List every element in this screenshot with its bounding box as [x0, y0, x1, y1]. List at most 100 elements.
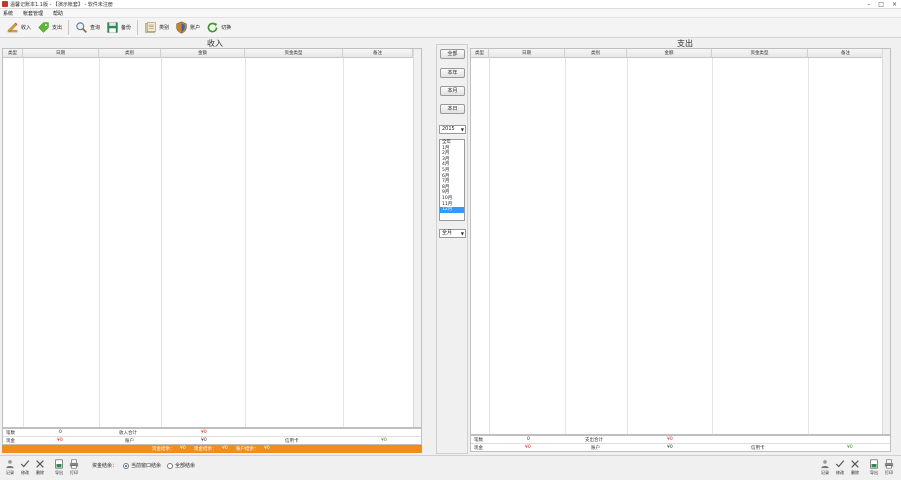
- account-button[interactable]: 账户: [172, 19, 203, 37]
- filter-all-button[interactable]: 全部: [440, 49, 465, 59]
- radio-dot[interactable]: [167, 462, 174, 469]
- radio-current-window[interactable]: 当前窗口结余: [123, 462, 161, 469]
- col-date[interactable]: 日期: [23, 49, 99, 58]
- balance-bar: 资金结余： ¥0 现金结余： ¥0 账户结余： ¥0: [2, 445, 422, 453]
- person-add-icon: [6, 460, 14, 469]
- count-value: 0: [59, 430, 62, 435]
- credit-value: ¥0: [381, 438, 387, 443]
- col-amount[interactable]: 金额: [627, 49, 712, 58]
- app-icon: [2, 1, 8, 7]
- delete-record-button[interactable]: 删除: [33, 459, 47, 479]
- backup-button[interactable]: 备份: [103, 19, 134, 37]
- credit-value: ¥0: [847, 445, 853, 450]
- col-type[interactable]: 类型: [3, 49, 23, 58]
- month-item-selected[interactable]: 12月: [440, 207, 464, 213]
- total-value: ¥0: [201, 430, 207, 435]
- summary-row: 现金 ¥0 账户 ¥0 信用卡 ¥0: [3, 437, 421, 445]
- col-category[interactable]: 类别: [99, 49, 161, 58]
- menu-system[interactable]: 系统: [3, 10, 13, 17]
- check-edit-icon: [835, 460, 845, 468]
- export-button[interactable]: 导出: [867, 459, 881, 479]
- day-select[interactable]: 全月 ▼: [439, 229, 466, 238]
- filter-month-button[interactable]: 本月: [440, 86, 465, 96]
- cash-label: 现金: [6, 439, 15, 444]
- filter-year-button[interactable]: 本年: [440, 68, 465, 78]
- account-value: ¥0: [667, 445, 673, 450]
- credit-label: 信用卡: [751, 446, 765, 451]
- window-title: 温馨记账本1.1版 - 【演示帐套】 - 软件未注册: [10, 2, 113, 8]
- col-amount[interactable]: 金额: [161, 49, 245, 58]
- minimize-icon[interactable]: –: [867, 0, 870, 9]
- magnifier-icon: [76, 22, 87, 33]
- balance-scope-radios: 资金结余： 当前窗口结余 全部结余: [92, 462, 195, 469]
- col-date[interactable]: 日期: [489, 49, 565, 58]
- menu-ledger-manage[interactable]: 帐套管理: [23, 10, 43, 17]
- print-button[interactable]: 打印: [882, 459, 896, 479]
- add-record-button[interactable]: 记录: [818, 459, 832, 479]
- print-button[interactable]: 打印: [67, 459, 81, 479]
- grid-line: [627, 58, 628, 434]
- grid-line: [99, 58, 100, 427]
- window-controls: – □ ×: [867, 0, 897, 9]
- income-table[interactable]: 类型 日期 类别 金额 资金类型 备注: [2, 48, 422, 428]
- col-fund-type[interactable]: 资金类型: [712, 49, 808, 58]
- col-remark[interactable]: 备注: [343, 49, 413, 58]
- edit-record-button[interactable]: 修改: [833, 459, 847, 479]
- shield-icon: [176, 21, 187, 34]
- total-value: ¥0: [667, 437, 673, 442]
- menu-help[interactable]: 帮助: [53, 10, 63, 17]
- year-select[interactable]: 2015 ▼: [439, 125, 466, 134]
- filter-day-button[interactable]: 本日: [440, 104, 465, 114]
- income-summary: 笔数 0 收入合计 ¥0 现金 ¥0 账户 ¥0 信用卡 ¥0: [2, 428, 422, 445]
- col-fund-type[interactable]: 资金类型: [245, 49, 343, 58]
- query-button[interactable]: 查询: [72, 19, 103, 37]
- bottom-toolbar: 记录 修改 删除 导出 打印 资金结余： 当前窗口结余 全部结余 记录 修改 删…: [0, 455, 901, 480]
- month-list[interactable]: 全年 1月 2月 3月 4月 5月 6月 7月 8月 9月 10月 11月 12…: [439, 139, 465, 221]
- income-button[interactable]: 收入: [3, 19, 34, 37]
- switch-button[interactable]: 切换: [203, 19, 234, 37]
- export-sheet-icon: [55, 459, 63, 469]
- count-label: 笔数: [6, 431, 15, 436]
- expense-scrollbar[interactable]: [882, 49, 890, 434]
- close-icon[interactable]: ×: [892, 0, 897, 9]
- export-button[interactable]: 导出: [52, 459, 66, 479]
- edit-record-button[interactable]: 修改: [18, 459, 32, 479]
- delete-record-button[interactable]: 删除: [848, 459, 862, 479]
- ledger-icon: [145, 22, 156, 33]
- summary-row: 现金 ¥0 账户 ¥0 信用卡 ¥0: [471, 444, 890, 452]
- grid-line: [808, 58, 809, 434]
- account-label: 账户: [591, 446, 600, 451]
- col-category[interactable]: 类别: [565, 49, 627, 58]
- col-type[interactable]: 类型: [471, 49, 489, 58]
- x-delete-icon: [851, 460, 859, 468]
- toolbar-separator: [137, 20, 139, 35]
- account-value: ¥0: [201, 438, 207, 443]
- maximize-icon[interactable]: □: [878, 0, 884, 9]
- expense-button[interactable]: 支出: [34, 19, 65, 37]
- count-label: 笔数: [474, 438, 483, 443]
- grid-line: [565, 58, 566, 434]
- add-record-button[interactable]: 记录: [3, 459, 17, 479]
- check-edit-icon: [20, 460, 30, 468]
- expense-table[interactable]: 类型 日期 类别 金额 资金类型 备注: [470, 48, 891, 435]
- grid-line: [23, 58, 24, 427]
- dropdown-arrow-icon: ▼: [460, 231, 464, 236]
- income-scrollbar[interactable]: [413, 49, 421, 427]
- category-button[interactable]: 类别: [141, 19, 172, 37]
- radio-dot-checked[interactable]: [123, 462, 130, 469]
- floppy-icon: [107, 22, 118, 33]
- col-remark[interactable]: 备注: [808, 49, 884, 58]
- export-sheet-icon: [870, 459, 878, 469]
- total-label: 收入合计: [119, 431, 137, 436]
- grid-line: [712, 58, 713, 434]
- radio-all-balance[interactable]: 全部结余: [167, 462, 195, 469]
- fund-balance-label: 资金结余：: [152, 447, 175, 452]
- grid-line: [245, 58, 246, 427]
- pencil-icon: [7, 22, 18, 33]
- title-bar: 温馨记账本1.1版 - 【演示帐套】 - 软件未注册 – □ ×: [0, 0, 901, 9]
- tag-icon: [38, 22, 49, 33]
- toolbar-separator: [68, 20, 70, 35]
- refresh-icon: [207, 22, 218, 33]
- account-label: 账户: [125, 439, 134, 444]
- grid-line: [161, 58, 162, 427]
